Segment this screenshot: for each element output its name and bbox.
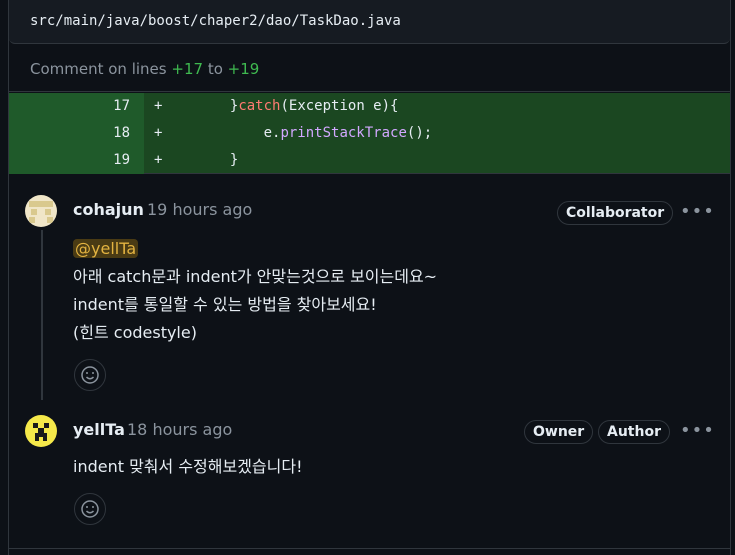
comment-line: indent 맞춰서 수정해보겠습니다! — [73, 457, 303, 476]
code-keyword: catch — [238, 98, 281, 114]
more-options-button[interactable]: ••• — [680, 202, 714, 222]
comment-lines-end[interactable]: +19 — [228, 60, 260, 78]
comment-lines-start[interactable]: +17 — [171, 60, 203, 78]
line-number[interactable]: 18 — [9, 120, 144, 147]
avatar-cohajun[interactable] — [25, 195, 57, 227]
review-thread-panel: src/main/java/boost/chaper2/dao/TaskDao.… — [8, 0, 731, 555]
add-reaction-button[interactable] — [74, 493, 106, 525]
comment-timestamp[interactable]: 19 hours ago — [147, 200, 252, 219]
identicon-icon — [25, 195, 57, 227]
comment-author[interactable]: cohajun — [73, 200, 144, 219]
kebab-horizontal-icon: ••• — [680, 201, 715, 222]
diff-snippet: 17 + }catch(Exception e){ 18 + e.printSt… — [9, 93, 730, 174]
diff-line-19: 19 + } — [9, 147, 730, 174]
line-number[interactable]: 17 — [9, 93, 144, 120]
comment-lines-prefix: Comment on lines — [30, 60, 167, 78]
code-line: + }catch(Exception e){ — [154, 93, 398, 120]
author-badge: Author — [598, 420, 670, 444]
avatar-yellTa[interactable] — [25, 415, 57, 447]
comment-author[interactable]: yellTa — [73, 420, 125, 439]
add-reaction-button[interactable] — [74, 359, 106, 391]
code-text: (Exception e){ — [280, 98, 399, 114]
smiley-icon — [81, 366, 99, 384]
user-mention[interactable]: @yellTa — [73, 239, 139, 258]
comment-lines-joiner: to — [207, 60, 223, 78]
comment-timestamp[interactable]: 18 hours ago — [127, 420, 232, 439]
file-path-header: src/main/java/boost/chaper2/dao/TaskDao.… — [9, 0, 730, 44]
comment-line: indent를 통일할 수 있는 방법을 찾아보세요! — [73, 295, 377, 314]
thread-bottom-border — [9, 548, 730, 549]
comment-on-lines: Comment on lines +17 to +19 — [9, 44, 730, 92]
diff-line-17: 17 + }catch(Exception e){ — [9, 93, 730, 120]
thread-connector — [41, 230, 43, 400]
more-options-button[interactable]: ••• — [680, 421, 714, 441]
collaborator-badge: Collaborator — [557, 201, 674, 225]
owner-badge: Owner — [524, 420, 594, 444]
code-text: e. — [263, 125, 281, 141]
kebab-horizontal-icon: ••• — [680, 420, 715, 441]
smiley-icon — [81, 500, 99, 518]
code-line: + e.printStackTrace(); — [154, 120, 432, 147]
code-function: printStackTrace — [280, 125, 407, 141]
code-text: (); — [406, 125, 433, 141]
comment-line: (힌트 codestyle) — [73, 323, 197, 342]
comment-body: @yellTa 아래 catch문과 indent가 안맞는것으로 보이는데요~… — [73, 235, 437, 347]
file-path[interactable]: src/main/java/boost/chaper2/dao/TaskDao.… — [30, 13, 401, 29]
identicon-icon — [25, 415, 57, 447]
comment-body: indent 맞춰서 수정해보겠습니다! — [73, 453, 303, 481]
diff-line-18: 18 + e.printStackTrace(); — [9, 120, 730, 147]
comment-line: 아래 catch문과 indent가 안맞는것으로 보이는데요~ — [73, 267, 438, 286]
code-text: } — [229, 152, 239, 168]
code-line: + } — [154, 147, 238, 174]
line-number[interactable]: 19 — [9, 147, 144, 174]
